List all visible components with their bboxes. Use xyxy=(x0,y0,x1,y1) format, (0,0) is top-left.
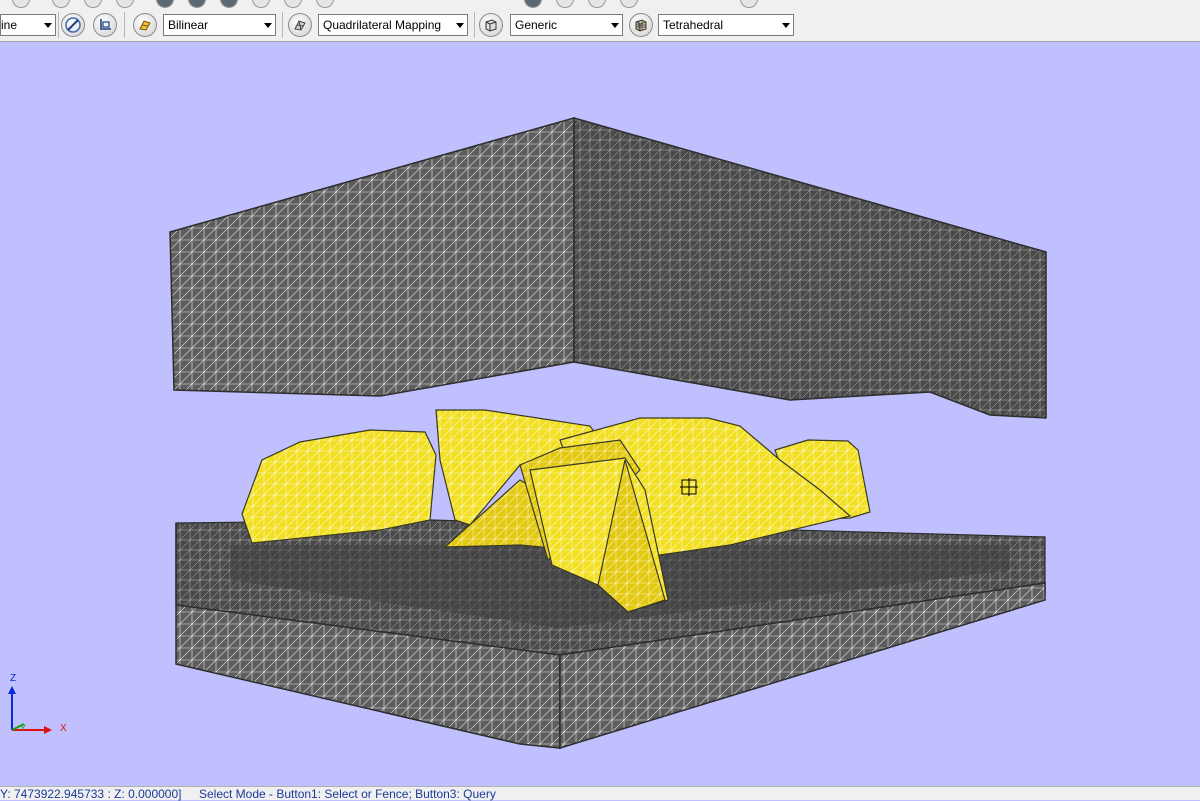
mapping-button[interactable] xyxy=(288,13,312,37)
chevron-down-icon[interactable] xyxy=(611,23,619,28)
chevron-down-icon[interactable] xyxy=(44,23,52,28)
toolbar-separator xyxy=(58,12,59,38)
top-tool-icon[interactable] xyxy=(556,0,574,8)
line-style-select[interactable]: ine xyxy=(0,14,56,36)
mesh-cube-icon xyxy=(635,19,647,32)
top-tool-icon[interactable] xyxy=(188,0,206,8)
axes-tool-icon xyxy=(100,19,111,30)
z-axis-label: Z xyxy=(10,673,16,684)
status-mode: Select Mode - Button1: Select or Fence; … xyxy=(199,787,496,801)
top-tool-icon[interactable] xyxy=(740,0,758,8)
line-style-value: ine xyxy=(1,18,18,32)
top-tool-icon[interactable] xyxy=(116,0,134,8)
3d-viewport[interactable]: Z Y X xyxy=(0,42,1200,786)
mesh-scene[interactable]: Z Y X xyxy=(0,42,1200,786)
y-axis-label: Y xyxy=(20,723,26,733)
top-tool-icon[interactable] xyxy=(252,0,270,8)
top-tool-icon[interactable] xyxy=(524,0,542,8)
mapping-value: Quadrilateral Mapping xyxy=(323,18,442,32)
status-bar: Y: 7473922.945733 : Z: 0.000000] Select … xyxy=(0,786,1200,800)
solid-type-select[interactable]: Generic xyxy=(510,14,623,36)
toolbar-separator xyxy=(124,12,125,38)
upper-mesh-block[interactable] xyxy=(169,117,1047,419)
top-tool-icon[interactable] xyxy=(84,0,102,8)
x-axis-arrow xyxy=(44,726,52,734)
top-tool-icon[interactable] xyxy=(52,0,70,8)
element-type-button[interactable] xyxy=(629,13,653,37)
z-axis-arrow xyxy=(8,686,16,694)
top-tool-icon[interactable] xyxy=(156,0,174,8)
top-toolbar-strip xyxy=(0,0,1200,8)
line-tool-icon xyxy=(65,17,81,33)
interpolation-value: Bilinear xyxy=(168,18,209,32)
status-coordinates: Y: 7473922.945733 : Z: 0.000000] xyxy=(0,787,182,801)
toolbar-separator xyxy=(474,12,475,38)
solid-type-value: Generic xyxy=(515,18,558,32)
solid-type-button[interactable] xyxy=(479,13,503,37)
mapping-icon xyxy=(294,20,306,31)
cube-icon xyxy=(485,19,497,32)
element-type-select[interactable]: Tetrahedral xyxy=(658,14,794,36)
chevron-down-icon[interactable] xyxy=(782,23,790,28)
chevron-down-icon[interactable] xyxy=(456,23,464,28)
x-axis-label: X xyxy=(60,723,67,734)
draw-line-button[interactable] xyxy=(61,13,85,37)
toolbar: ine Bilinear Quadrilateral Mapping Gener… xyxy=(0,0,1200,42)
top-tool-icon[interactable] xyxy=(12,0,30,8)
mapping-select[interactable]: Quadrilateral Mapping xyxy=(318,14,468,36)
top-tool-icon[interactable] xyxy=(588,0,606,8)
element-type-value: Tetrahedral xyxy=(663,18,724,32)
interpolation-button[interactable] xyxy=(133,13,157,37)
top-tool-icon[interactable] xyxy=(220,0,238,8)
chevron-down-icon[interactable] xyxy=(264,23,272,28)
top-tool-icon[interactable] xyxy=(284,0,302,8)
coordinate-tool-button[interactable] xyxy=(93,13,117,37)
top-tool-icon[interactable] xyxy=(316,0,334,8)
interpolation-select[interactable]: Bilinear xyxy=(163,14,276,36)
top-tool-icon[interactable] xyxy=(620,0,638,8)
axis-triad: Z Y X xyxy=(8,673,67,734)
toolbar-separator xyxy=(282,12,283,38)
interpolation-icon xyxy=(139,20,151,31)
